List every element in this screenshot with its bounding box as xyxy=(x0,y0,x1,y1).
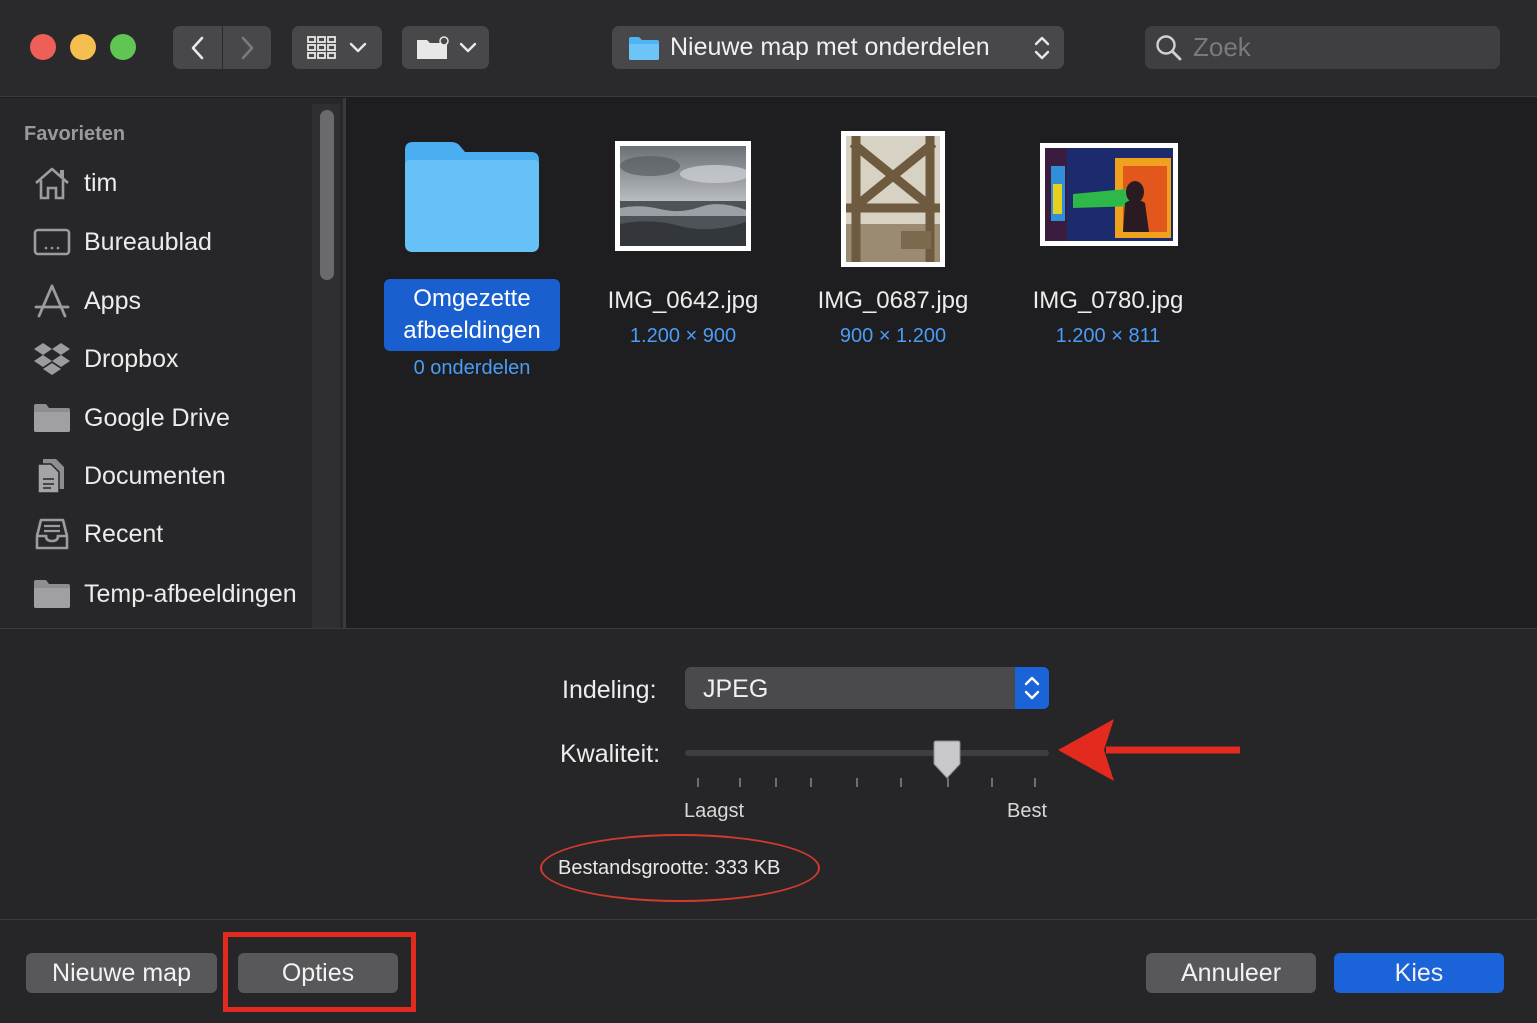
folder-action-icon xyxy=(416,35,449,59)
sidebar-item-label: tim xyxy=(84,168,118,197)
view-mode-button[interactable] xyxy=(292,26,382,69)
file-name-line1: Omgezette xyxy=(413,285,531,312)
quality-max-label: Best xyxy=(1007,800,1048,822)
sidebar: Favorieten tim Bureaublad Apps Dropbox G… xyxy=(0,98,343,628)
forward-button[interactable] xyxy=(222,26,271,69)
sidebar-item-label: Google Drive xyxy=(84,403,230,432)
file-meta: 1.200 × 811 xyxy=(1055,325,1161,347)
sidebar-item-label: Temp-afbeeldingen xyxy=(84,579,297,608)
path-label: Nieuwe map met onderdelen xyxy=(670,33,990,61)
sidebar-item-tim[interactable]: tim xyxy=(30,161,117,205)
dropbox-icon xyxy=(34,343,70,375)
chevron-left-icon xyxy=(191,36,203,59)
folder-icon xyxy=(34,404,70,432)
quality-min-label: Laagst xyxy=(684,800,745,822)
recent-icon xyxy=(35,518,69,550)
file-name: IMG_0687.jpg xyxy=(817,287,969,314)
path-popup[interactable]: Nieuwe map met onderdelen xyxy=(612,26,1064,69)
slider-tick xyxy=(775,778,777,787)
sidebar-item-label: Apps xyxy=(84,286,141,315)
grid-view-icon xyxy=(307,35,336,59)
format-select[interactable]: JPEG xyxy=(685,667,1049,709)
cancel-button[interactable]: Annuleer xyxy=(1146,953,1316,993)
zoom-window-button[interactable] xyxy=(110,34,136,60)
export-options-panel: Indeling: JPEG Kwaliteit: Laagst Best Be… xyxy=(0,628,1537,920)
slider-tick xyxy=(900,778,902,787)
beams-thumbnail-icon xyxy=(841,131,945,267)
image-thumbnail xyxy=(1040,143,1178,246)
chevron-down-icon xyxy=(459,42,476,52)
file-meta: 1.200 × 900 xyxy=(629,325,737,347)
chevron-down-icon xyxy=(349,42,367,52)
file-name: IMG_0642.jpg xyxy=(607,287,759,314)
seascape-thumbnail-icon xyxy=(620,146,750,246)
folder-icon xyxy=(34,580,70,608)
apps-icon xyxy=(34,284,70,318)
quality-slider-track[interactable] xyxy=(685,750,1049,756)
slider-tick xyxy=(856,778,858,787)
new-folder-button[interactable]: Nieuwe map xyxy=(26,953,217,993)
image-thumbnail xyxy=(615,141,751,251)
search-icon xyxy=(1156,34,1182,60)
quality-slider-thumb[interactable] xyxy=(931,740,963,780)
back-button[interactable] xyxy=(173,26,222,69)
slider-tick xyxy=(697,778,699,787)
search-field[interactable] xyxy=(1145,26,1500,69)
filesize-label: Bestandsgrootte: 333 KB xyxy=(558,857,781,879)
chevron-right-icon xyxy=(241,36,254,59)
sidebar-item-label: Recent xyxy=(84,519,164,548)
dialog-button-bar: Nieuwe map Opties Annuleer Kies xyxy=(0,920,1537,1023)
sidebar-scrollbar-thumb[interactable] xyxy=(320,110,334,280)
sidebar-item-label: Bureaublad xyxy=(84,227,212,256)
file-name: IMG_0780.jpg xyxy=(1032,287,1184,314)
format-select-value: JPEG xyxy=(703,675,769,703)
file-meta: 0 onderdelen xyxy=(413,357,531,379)
slider-tick xyxy=(947,778,949,787)
art-thumbnail-icon xyxy=(1045,148,1173,241)
file-name-line2: afbeeldingen xyxy=(403,317,541,344)
close-window-button[interactable] xyxy=(30,34,56,60)
file-meta: 900 × 1.200 xyxy=(839,325,947,347)
quality-label: Kwaliteit: xyxy=(560,740,661,768)
image-thumbnail xyxy=(841,131,945,267)
sidebar-item-google-drive[interactable]: Google Drive xyxy=(30,396,230,440)
choose-button[interactable]: Kies xyxy=(1334,953,1504,993)
folder-icon xyxy=(405,142,539,252)
sidebar-item-temp-afbeeldingen[interactable]: Temp-afbeeldingen xyxy=(30,572,297,616)
toolbar: Nieuwe map met onderdelen xyxy=(0,0,1537,97)
slider-tick xyxy=(810,778,812,787)
updown-arrows-icon xyxy=(1034,36,1050,60)
minimize-window-button[interactable] xyxy=(70,34,96,60)
document-icon xyxy=(37,459,64,494)
navigation-buttons xyxy=(173,26,271,69)
folder-action-button[interactable] xyxy=(402,26,489,69)
sidebar-item-bureaublad[interactable]: Bureaublad xyxy=(30,220,212,264)
folder-icon xyxy=(629,36,659,60)
annotation-arrow-icon xyxy=(1058,719,1240,781)
sidebar-item-dropbox[interactable]: Dropbox xyxy=(30,337,179,381)
sidebar-item-documenten[interactable]: Documenten xyxy=(30,454,226,498)
sidebar-item-label: Dropbox xyxy=(84,344,179,373)
slider-tick xyxy=(991,778,993,787)
search-input[interactable] xyxy=(1193,32,1493,63)
sidebar-item-apps[interactable]: Apps xyxy=(30,279,141,323)
sidebar-item-recent[interactable]: Recent xyxy=(30,512,163,556)
slider-tick xyxy=(739,778,741,787)
sidebar-item-label: Documenten xyxy=(84,461,226,490)
file-name-selected: Omgezette afbeeldingen xyxy=(384,279,560,351)
format-select-stepper[interactable] xyxy=(1015,667,1049,709)
annotation-rectangle xyxy=(223,932,416,1012)
slider-tick xyxy=(1034,778,1036,787)
format-label: Indeling: xyxy=(562,676,657,704)
home-icon xyxy=(35,167,69,200)
updown-arrows-icon xyxy=(1024,676,1040,700)
desktop-icon xyxy=(33,228,71,256)
sidebar-heading: Favorieten xyxy=(24,123,126,145)
